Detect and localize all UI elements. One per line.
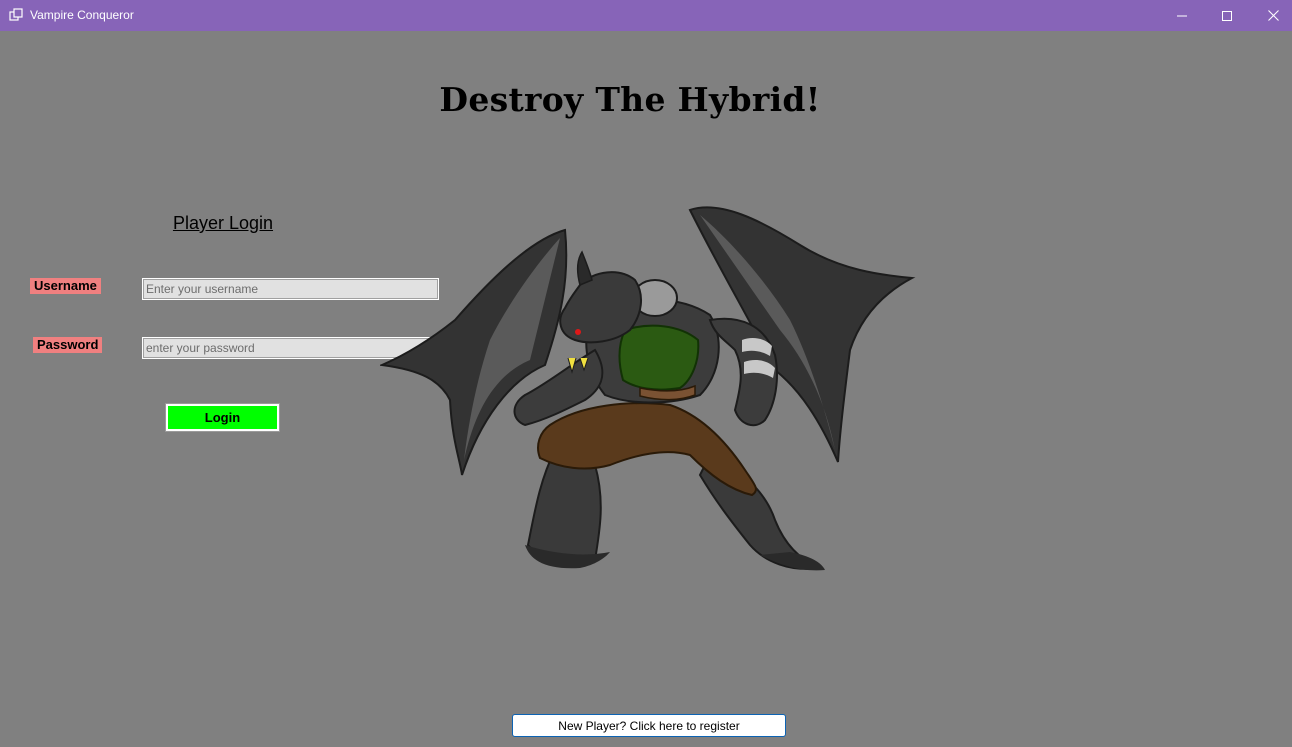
window-title: Vampire Conqueror bbox=[30, 8, 134, 22]
maximize-icon bbox=[1222, 10, 1232, 21]
maximize-button[interactable] bbox=[1204, 0, 1250, 31]
login-section-title: Player Login bbox=[172, 213, 274, 233]
creature-head bbox=[559, 271, 642, 344]
close-icon bbox=[1267, 10, 1279, 21]
winged-werewolf-hybrid-illustration bbox=[380, 206, 916, 571]
app-window-icon bbox=[9, 8, 23, 21]
creature-horn bbox=[576, 250, 593, 287]
minimize-button[interactable] bbox=[1159, 0, 1205, 31]
minimize-icon bbox=[1177, 15, 1187, 16]
password-label: Password bbox=[33, 337, 103, 353]
creature-eye bbox=[575, 329, 581, 335]
username-label: Username bbox=[30, 278, 101, 294]
app-window: Vampire Conqueror Destroy The Hybrid! Pl… bbox=[0, 0, 1292, 747]
register-button[interactable]: New Player? Click here to register bbox=[512, 714, 786, 737]
title-bar[interactable]: Vampire Conqueror bbox=[0, 0, 1292, 31]
close-button[interactable] bbox=[1250, 0, 1292, 31]
login-button[interactable]: Login bbox=[165, 403, 280, 432]
page-heading: Destroy The Hybrid! bbox=[439, 80, 821, 119]
creature-vest bbox=[618, 324, 700, 391]
